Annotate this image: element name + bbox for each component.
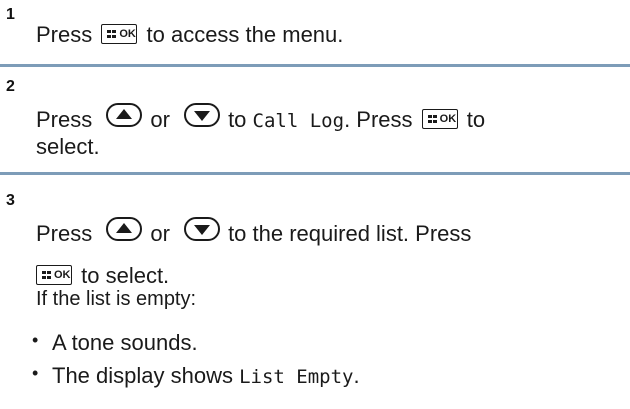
step-3-line-3: If the list is empty:	[36, 288, 197, 310]
step-3: 3 Press or to the required list. Press O…	[0, 178, 630, 409]
step-1: 1 Press OK to access the menu.	[0, 0, 630, 62]
step-3-line-1: Press or to the required list. Press	[36, 217, 471, 250]
step-number: 2	[6, 78, 15, 95]
divider	[0, 64, 630, 67]
list-item: • The display shows List Empty.	[32, 363, 360, 388]
step-2-line-2: select.	[36, 134, 100, 159]
up-arrow-key-icon	[106, 217, 143, 247]
step-number: 3	[6, 192, 15, 209]
divider	[0, 172, 630, 175]
up-arrow-key-icon	[106, 103, 143, 133]
menu-ok-key-icon: OK	[101, 24, 138, 45]
menu-ok-key-icon: OK	[421, 109, 458, 129]
down-arrow-key-icon	[184, 103, 221, 133]
menu-ok-key-icon: OK	[36, 265, 72, 286]
step-1-text: Press OK to access the menu.	[36, 22, 344, 47]
down-arrow-key-icon	[184, 217, 221, 247]
menu-item-call-log: Call Log	[252, 109, 345, 132]
step-2-line-1: Press or to Call Log. Press OK to	[36, 103, 485, 136]
step-number: 1	[6, 6, 15, 23]
display-text: List Empty	[239, 366, 354, 388]
list-item: • A tone sounds.	[32, 330, 198, 355]
